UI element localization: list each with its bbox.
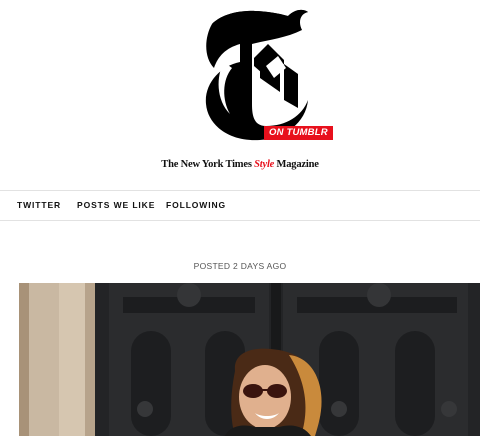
street-style-photo bbox=[19, 283, 480, 436]
nav-item-posts-we-like[interactable]: POSTS WE LIKE bbox=[77, 191, 155, 220]
site-header: ON TUMBLR The New York Times Style Magaz… bbox=[0, 0, 480, 190]
nav-item-following[interactable]: FOLLOWING bbox=[166, 191, 226, 220]
nav-item-twitter[interactable]: TWITTER bbox=[17, 191, 61, 220]
on-tumblr-badge: ON TUMBLR bbox=[264, 126, 333, 140]
masthead-title[interactable]: The New York Times Style Magazine bbox=[0, 159, 480, 170]
t-logo-icon bbox=[205, 9, 308, 141]
masthead-part1: The New York Times bbox=[161, 159, 255, 170]
top-nav: TWITTER POSTS WE LIKE FOLLOWING bbox=[0, 190, 480, 221]
masthead-style-word: Style bbox=[254, 159, 275, 170]
masthead-part2: Magazine bbox=[274, 159, 319, 170]
nyt-t-logo[interactable] bbox=[190, 4, 330, 144]
post-photo[interactable] bbox=[19, 283, 480, 436]
post-timestamp[interactable]: POSTED 2 DAYS AGO bbox=[0, 261, 480, 271]
